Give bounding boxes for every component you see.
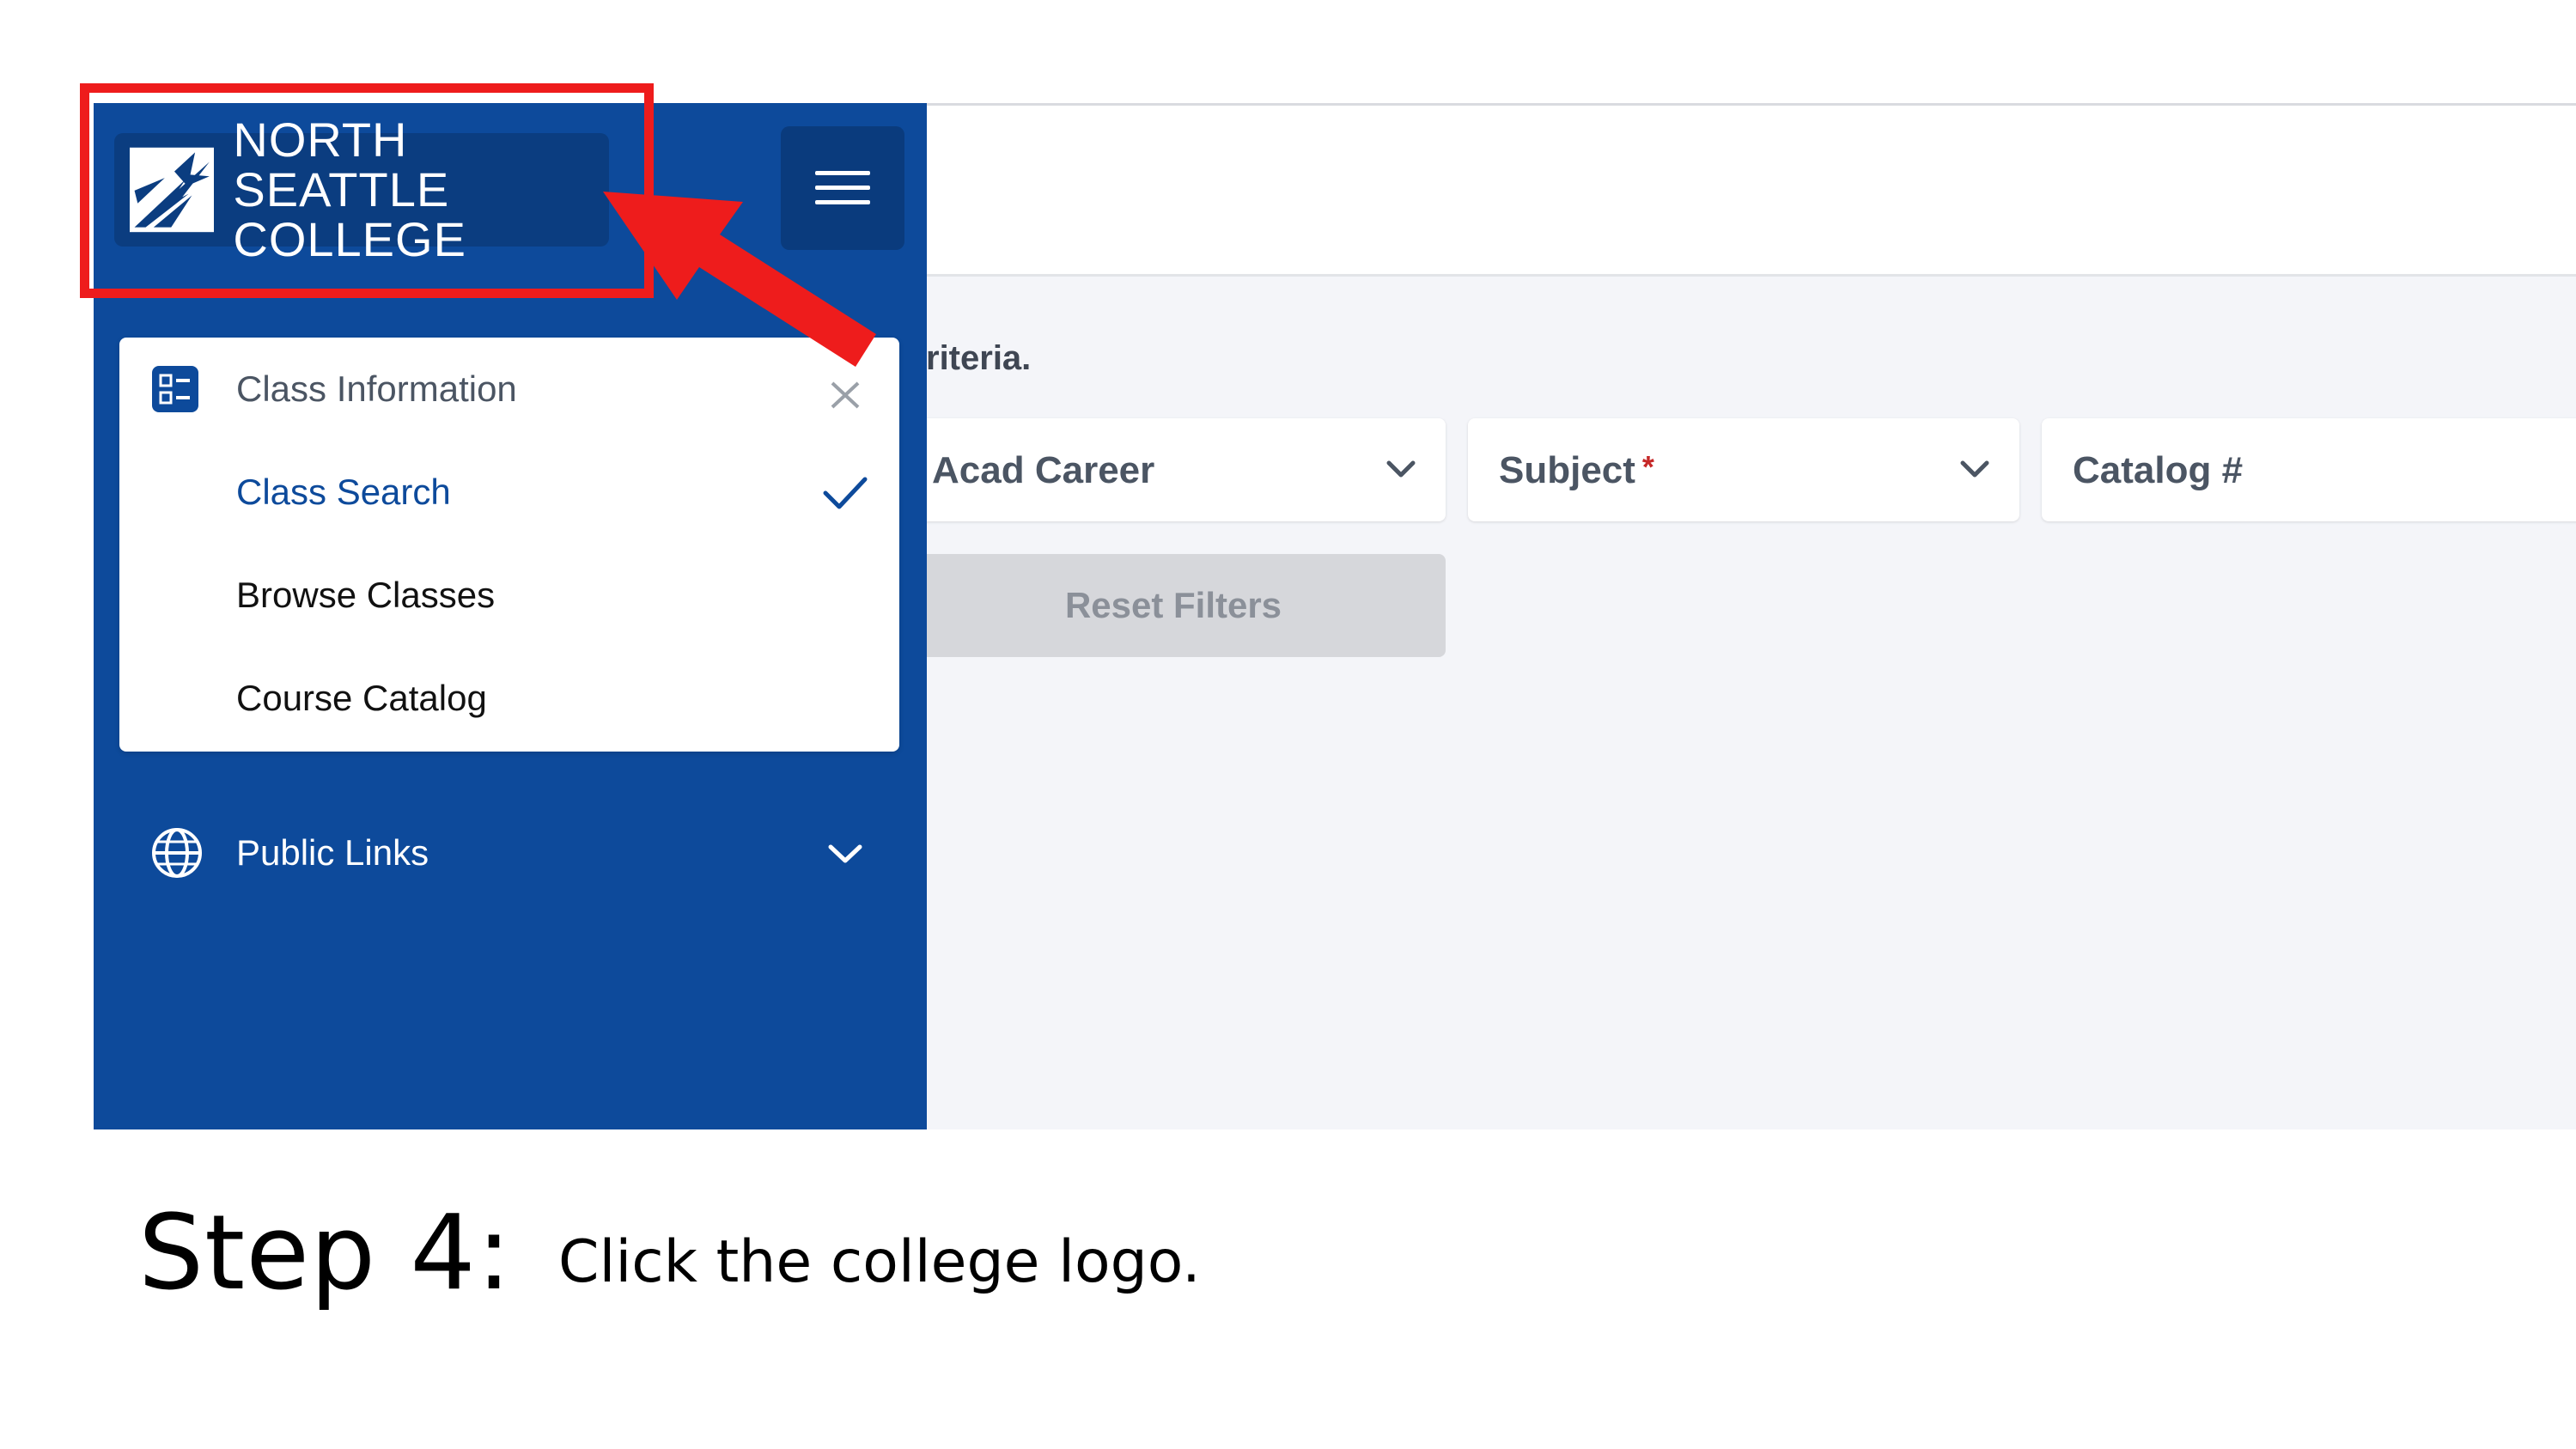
course-catalog-label: Course Catalog xyxy=(236,678,487,718)
class-information-header[interactable]: Class Information xyxy=(119,338,899,441)
sidebar: NORTH SEATTLE COLLEGE Class Information xyxy=(94,103,927,1129)
step-instruction: Click the college logo. xyxy=(558,1228,1201,1296)
public-links-label: Public Links xyxy=(236,832,429,873)
catalog-number-label: Catalog # xyxy=(2073,449,2244,491)
acad-career-select[interactable]: Acad Career xyxy=(901,418,1446,521)
instruction-suffix: . xyxy=(1182,1228,1201,1296)
chevron-down-icon xyxy=(1386,460,1416,478)
catalog-number-input[interactable]: Catalog # xyxy=(2042,418,2576,521)
list-icon xyxy=(152,366,198,412)
class-information-menu: Class Information Class Search Browse Cl… xyxy=(119,338,899,752)
step-caption: Step 4: xyxy=(138,1194,512,1313)
public-links-item[interactable]: Public Links xyxy=(119,801,899,904)
top-bar xyxy=(926,103,2576,277)
close-icon[interactable] xyxy=(822,366,868,412)
browse-classes-item[interactable]: Browse Classes xyxy=(119,544,899,647)
hamburger-icon xyxy=(815,171,870,204)
chevron-down-icon xyxy=(1960,460,1989,478)
college-logo[interactable]: NORTH SEATTLE COLLEGE xyxy=(114,115,609,265)
college-logo-text: NORTH SEATTLE COLLEGE xyxy=(233,113,466,266)
chevron-down-icon xyxy=(828,844,862,863)
subject-label: Subject * xyxy=(1499,449,1654,491)
acad-career-label: Acad Career xyxy=(932,449,1155,491)
class-search-label: Class Search xyxy=(236,472,451,512)
menu-toggle-button[interactable] xyxy=(781,126,904,250)
globe-icon xyxy=(152,828,202,878)
criteria-text: riteria. xyxy=(926,339,1032,377)
class-search-item[interactable]: Class Search xyxy=(119,441,899,544)
course-catalog-item[interactable]: Course Catalog xyxy=(119,647,899,750)
screenshot-panel: riteria. Acad Career Subject * Catalog # … xyxy=(94,103,2576,1129)
required-mark: * xyxy=(1641,449,1654,484)
instruction-emphasis: college logo xyxy=(830,1228,1183,1296)
subject-select[interactable]: Subject * xyxy=(1468,418,2019,521)
browse-classes-label: Browse Classes xyxy=(236,575,496,615)
instruction-prefix: Click the xyxy=(558,1228,831,1296)
class-information-label: Class Information xyxy=(236,368,517,409)
step-number: Step 4: xyxy=(138,1194,513,1313)
check-icon xyxy=(823,477,868,509)
college-logo-mark-icon xyxy=(130,147,215,233)
reset-filters-button[interactable]: Reset Filters xyxy=(901,554,1446,657)
